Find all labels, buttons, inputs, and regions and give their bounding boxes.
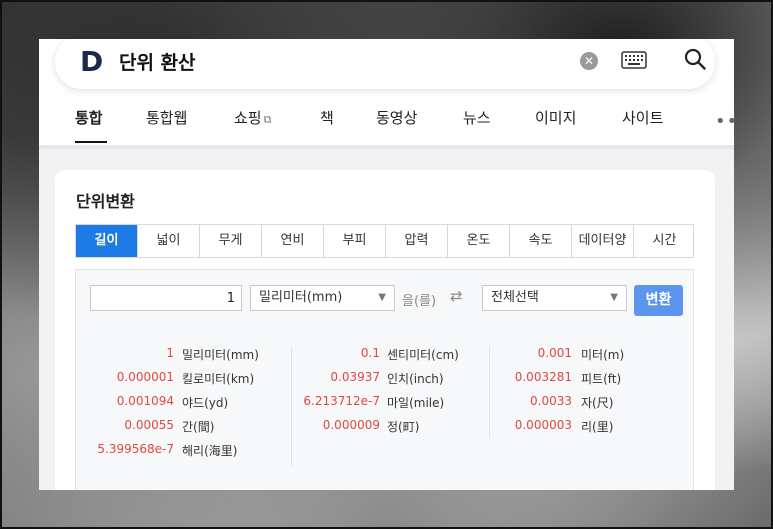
result-value: 0.0033 (530, 394, 572, 408)
result-value: 0.00055 (124, 418, 174, 432)
value-input[interactable] (90, 285, 242, 311)
unit-tab-length[interactable]: 길이 (76, 225, 138, 257)
result-value: 0.000003 (514, 418, 572, 432)
result-value: 0.03937 (330, 370, 380, 384)
search-header: D 단위 환산 ✕ 통합 통합웹 쇼핑 ⧉ 책 동영상 뉴스 이미지 사이트 • (39, 39, 734, 145)
result-row: 0.001 미터(m) (490, 346, 696, 370)
search-box[interactable]: D 단위 환산 ✕ (55, 39, 715, 89)
result-value: 1 (166, 346, 174, 360)
result-unit: 마일(mile) (387, 396, 445, 410)
to-unit-value: 전체선택 (491, 290, 539, 305)
tab-integrated-web[interactable]: 통합웹 (146, 107, 187, 128)
from-unit-value: 밀리미터(mm) (259, 290, 343, 305)
tab-videos[interactable]: 동영상 (376, 107, 417, 128)
result-unit: 간(間) (182, 420, 215, 434)
result-row: 0.001094 야드(yd) (76, 394, 291, 418)
tab-shopping[interactable]: 쇼핑 ⧉ (234, 107, 271, 128)
results-column: 0.001 미터(m) 0.003281 피트(ft) 0.0033 자(尺) 0.0… (489, 346, 696, 438)
result-value: 0.000001 (116, 370, 174, 384)
tab-images[interactable]: 이미지 (535, 107, 576, 128)
converter-panel: 밀리미터(mm) ▼ 을(를) ⇄ 전체선택 ▼ 변환 1 밀리미터(mm) 0.… (75, 269, 694, 490)
app-window: D 단위 환산 ✕ 통합 통합웹 쇼핑 ⧉ 책 동영상 뉴스 이미지 사이트 •… (39, 39, 734, 490)
more-icon[interactable]: ••• (715, 111, 734, 132)
unit-tab-pressure[interactable]: 압력 (386, 225, 448, 257)
unit-tab-temperature[interactable]: 온도 (448, 225, 510, 257)
unit-converter-card: 단위변환 길이 넓이 무게 연비 부피 압력 온도 속도 데이터양 시간 밀리미… (55, 170, 715, 490)
chevron-down-icon: ▼ (610, 292, 618, 303)
unit-tab-time[interactable]: 시간 (634, 225, 695, 257)
search-icon[interactable] (683, 47, 707, 71)
result-value: 0.003281 (514, 370, 572, 384)
clear-icon[interactable]: ✕ (580, 52, 598, 70)
unit-tab-speed[interactable]: 속도 (510, 225, 572, 257)
search-query[interactable]: 단위 환산 (119, 48, 196, 75)
unit-tab-weight[interactable]: 무게 (200, 225, 262, 257)
keyboard-icon[interactable] (621, 51, 647, 69)
result-row: 1 밀리미터(mm) (76, 346, 291, 370)
swap-icon[interactable]: ⇄ (450, 287, 468, 305)
result-unit: 정(町) (387, 420, 420, 434)
result-unit: 자(尺) (581, 396, 614, 410)
result-value: 6.213712e-7 (303, 394, 380, 408)
divider (39, 145, 734, 149)
result-unit: 리(里) (581, 420, 614, 434)
result-row: 0.000003 리(里) (490, 418, 696, 442)
result-value: 0.001094 (116, 394, 174, 408)
tab-news[interactable]: 뉴스 (463, 107, 491, 128)
unit-tab-data[interactable]: 데이터양 (572, 225, 634, 257)
tab-sites[interactable]: 사이트 (622, 107, 663, 128)
result-value: 0.1 (360, 346, 380, 360)
result-value: 5.399568e-7 (97, 442, 174, 456)
results-column: 1 밀리미터(mm) 0.000001 킬로미터(km) 0.001094 야드(yd… (76, 346, 291, 466)
result-unit: 피트(ft) (581, 372, 622, 386)
result-row: 0.000001 킬로미터(km) (76, 370, 291, 394)
particle-label: 을(를) (402, 294, 437, 309)
result-row: 0.003281 피트(ft) (490, 370, 696, 394)
result-row: 0.00055 간(間) (76, 418, 291, 442)
tab-integrated[interactable]: 통합 (75, 107, 103, 128)
result-row: 5.399568e-7 해리(海里) (76, 442, 291, 466)
result-row: 0.000009 정(町) (292, 418, 490, 442)
result-value: 0.000009 (322, 418, 380, 432)
external-icon: ⧉ (263, 113, 272, 126)
unit-tab-fuel[interactable]: 연비 (262, 225, 324, 257)
tab-shopping-label: 쇼핑 (234, 109, 262, 127)
result-value: 0.001 (537, 346, 572, 360)
unit-tab-volume[interactable]: 부피 (324, 225, 386, 257)
card-title: 단위변환 (76, 192, 135, 211)
result-unit: 야드(yd) (182, 396, 229, 410)
convert-button[interactable]: 변환 (634, 285, 683, 316)
result-row: 0.03937 인치(inch) (292, 370, 490, 394)
result-unit: 해리(海里) (182, 444, 238, 458)
results-grid: 1 밀리미터(mm) 0.000001 킬로미터(km) 0.001094 야드(yd… (76, 346, 695, 476)
from-unit-select[interactable]: 밀리미터(mm) ▼ (250, 285, 395, 311)
active-tab-indicator (75, 141, 107, 143)
to-unit-select[interactable]: 전체선택 ▼ (482, 285, 627, 311)
result-unit: 미터(m) (581, 348, 625, 362)
result-row: 0.0033 자(尺) (490, 394, 696, 418)
search-tabs: 통합 통합웹 쇼핑⧉ 책 동영상 뉴스 이미지 사이트 ••• (39, 97, 734, 145)
result-unit: 센티미터(cm) (387, 348, 459, 362)
tab-books[interactable]: 책 (320, 107, 334, 128)
unit-category-tabs: 길이 넓이 무게 연비 부피 압력 온도 속도 데이터양 시간 (75, 224, 694, 258)
chevron-down-icon: ▼ (378, 292, 386, 303)
unit-tab-area[interactable]: 넓이 (138, 225, 200, 257)
result-unit: 인치(inch) (387, 372, 444, 386)
result-row: 0.1 센티미터(cm) (292, 346, 490, 370)
daum-logo[interactable]: D (80, 48, 104, 76)
result-unit: 밀리미터(mm) (182, 348, 259, 362)
result-row: 6.213712e-7 마일(mile) (292, 394, 490, 418)
result-unit: 킬로미터(km) (182, 372, 255, 386)
results-column: 0.1 센티미터(cm) 0.03937 인치(inch) 6.213712e-7 마… (291, 346, 490, 466)
